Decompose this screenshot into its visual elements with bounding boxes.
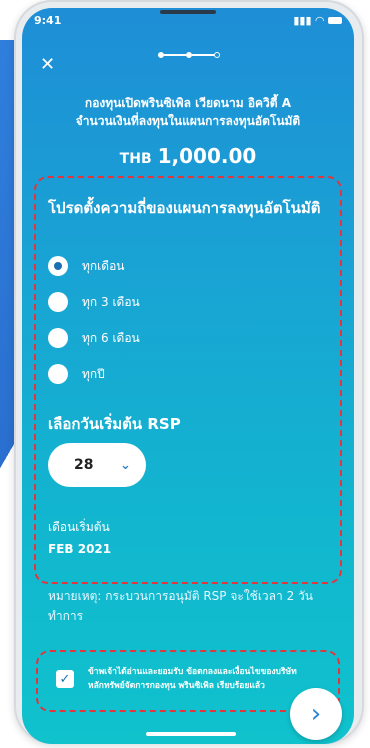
radio-button[interactable] — [48, 292, 68, 312]
radio-yearly[interactable]: ทุกปี — [48, 363, 105, 385]
radio-button[interactable] — [48, 364, 68, 384]
battery-icon — [328, 17, 342, 24]
start-month-value: FEB 2021 — [48, 542, 112, 556]
start-date-heading: เลือกวันเริ่มต้น RSP — [48, 415, 181, 433]
phone-screen: 9:41 ▮▮▮ ◠ ✕ กองทุนเปิดพรินซิเพิล เวียดน… — [22, 8, 354, 744]
home-indicator — [146, 732, 236, 736]
step-indicator — [158, 52, 220, 58]
consent-checkbox[interactable]: ✓ — [56, 670, 74, 688]
radio-label: ทุก 6 เดือน — [82, 330, 140, 345]
wifi-icon: ◠ — [315, 14, 324, 27]
amount-value: 1,000.00 — [157, 144, 257, 168]
radio-monthly[interactable]: ทุกเดือน — [48, 255, 124, 277]
radio-label: ทุกเดือน — [82, 258, 125, 273]
status-bar: 9:41 ▮▮▮ ◠ — [34, 14, 342, 30]
status-time: 9:41 — [34, 14, 62, 27]
currency-label: THB — [119, 151, 152, 167]
approval-note: หมายเหตุ: กระบวนการอนุมัติ RSP จะใช้เวลา… — [48, 589, 313, 623]
chevron-down-icon: ⌄ — [120, 457, 131, 473]
chevron-right-icon: › — [310, 699, 322, 729]
radio-6-months[interactable]: ทุก 6 เดือน — [48, 327, 140, 349]
frequency-heading: โปรดตั้งความถี่ของแผนการลงทุนอัตโนมัติ — [48, 199, 321, 217]
signal-icon: ▮▮▮ — [293, 14, 312, 27]
radio-label: ทุกปี — [82, 366, 105, 381]
fund-info: กองทุนเปิดพรินซิเพิล เวียดนาม อิควิตี้ A… — [22, 94, 354, 130]
radio-button[interactable] — [48, 328, 68, 348]
start-month-label: เดือนเริ่มต้น — [48, 520, 110, 534]
consent-text: ข้าพเจ้าได้อ่านและยอมรับ ข้อตกลงและเงื่อ… — [88, 667, 297, 691]
radio-label: ทุก 3 เดือน — [82, 294, 140, 309]
start-day-value: 28 — [74, 457, 94, 473]
radio-button-selected[interactable] — [48, 256, 68, 276]
fund-name: กองทุนเปิดพรินซิเพิล เวียดนาม อิควิตี้ A — [84, 96, 292, 110]
close-icon[interactable]: ✕ — [40, 56, 55, 74]
radio-3-months[interactable]: ทุก 3 เดือน — [48, 291, 140, 313]
step-dot-3 — [214, 52, 220, 58]
investment-amount: THB 1,000.00 — [22, 144, 354, 168]
next-button[interactable]: › — [290, 688, 342, 740]
start-day-select[interactable]: 28 ⌄ — [48, 443, 146, 487]
investment-amount-label: จำนวนเงินที่ลงทุนในแผนการลงทุนอัตโนมัติ — [75, 114, 301, 128]
